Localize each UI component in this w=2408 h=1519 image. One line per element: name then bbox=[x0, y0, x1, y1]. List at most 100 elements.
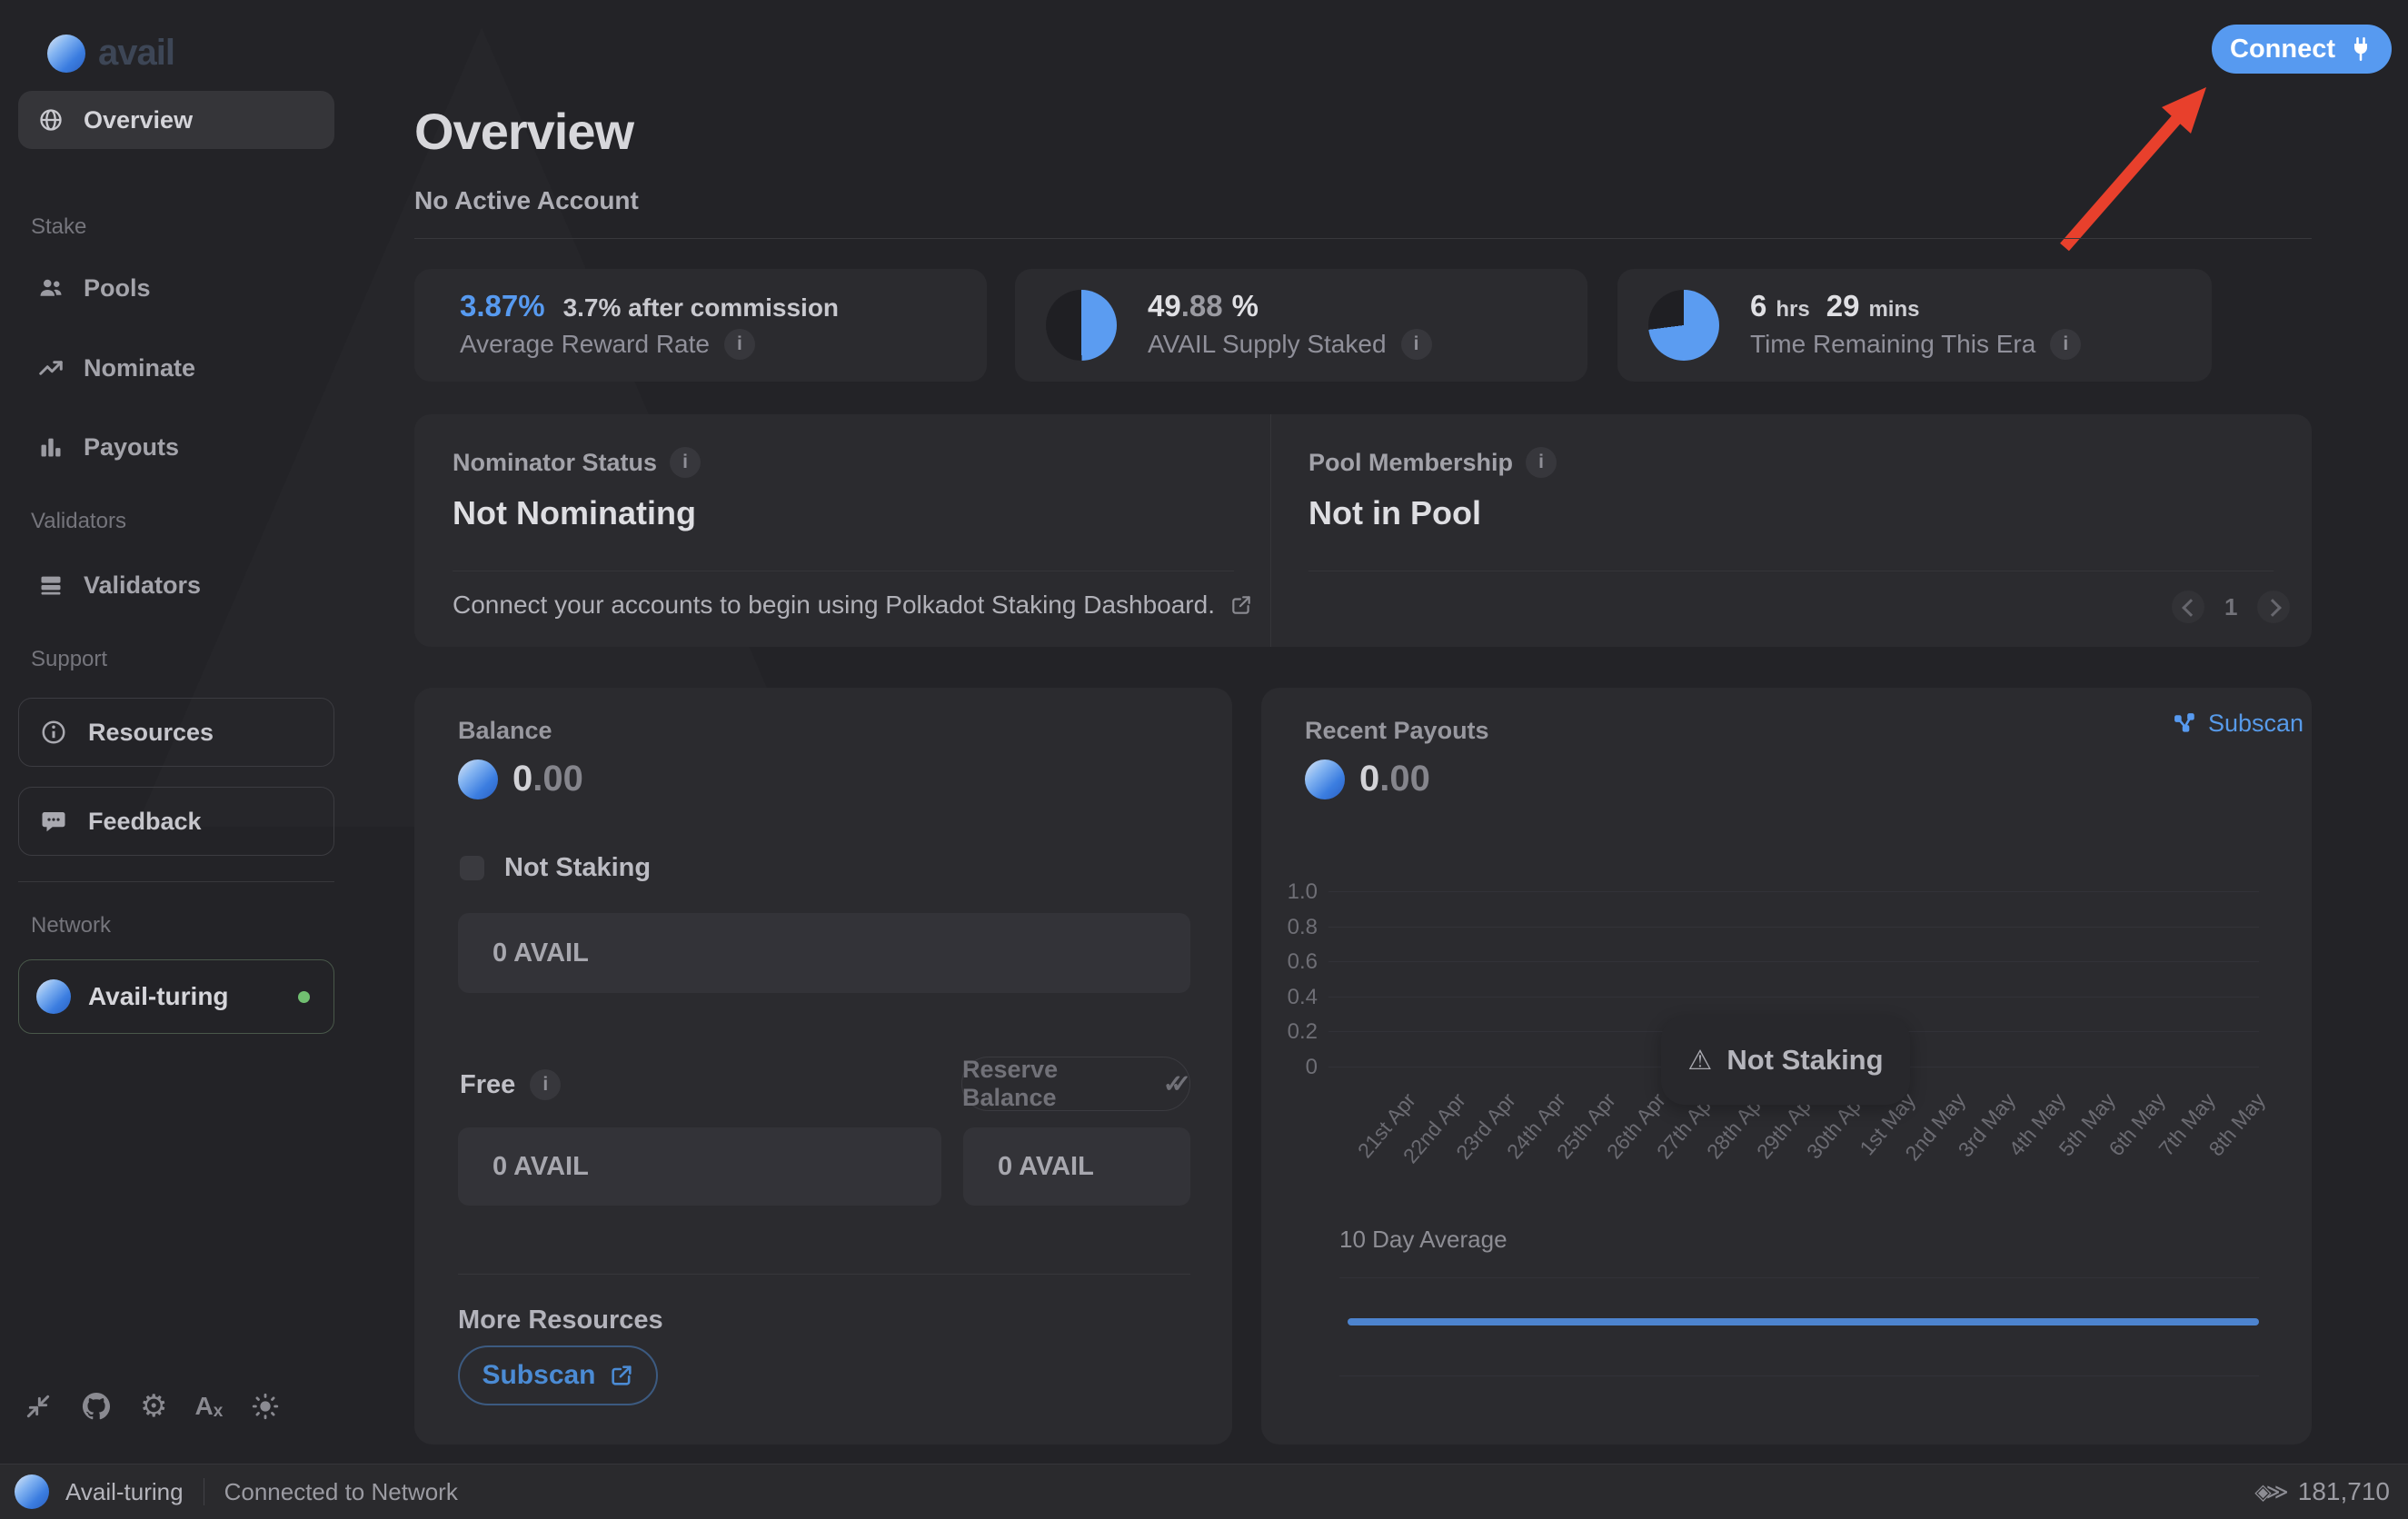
annotation-arrow bbox=[2035, 71, 2244, 271]
globe-icon bbox=[18, 107, 84, 133]
sidebar-item-label: Feedback bbox=[88, 808, 202, 836]
sidebar-item-label: Validators bbox=[84, 571, 201, 600]
stat-card-era-time: 6 hrs 29 mins Time Remaining This Era i bbox=[1617, 269, 2212, 382]
sidebar-heading-stake: Stake bbox=[0, 214, 86, 240]
era-mins: 29 bbox=[1826, 289, 1860, 323]
balance-card: Balance 0.00 Not Staking 0 AVAIL Free i … bbox=[414, 688, 1232, 1445]
sidebar-item-label: Resources bbox=[88, 719, 214, 747]
sidebar-heading-support: Support bbox=[0, 647, 107, 672]
chart-gridline bbox=[1328, 927, 2259, 928]
sidebar-heading-validators: Validators bbox=[0, 509, 126, 534]
chart-gridline bbox=[1328, 961, 2259, 962]
info-icon[interactable]: i bbox=[530, 1069, 561, 1100]
block-icon: ◈≫ bbox=[2254, 1479, 2289, 1504]
sidebar-divider bbox=[18, 881, 334, 882]
network-name: Avail-turing bbox=[88, 982, 229, 1011]
subscan-button[interactable]: Subscan bbox=[458, 1345, 658, 1405]
staking-status-card: Nominator Status i Not Nominating Pool M… bbox=[414, 414, 2312, 647]
supply-staked-value: 49 bbox=[1148, 289, 1181, 323]
connection-status: Connected to Network bbox=[224, 1478, 458, 1506]
sidebar-item-validators[interactable]: Validators bbox=[18, 556, 334, 614]
reward-rate-value: 3.87% bbox=[460, 289, 545, 323]
language-icon[interactable]: Ax bbox=[194, 1391, 223, 1422]
era-time-pie bbox=[1648, 290, 1719, 361]
stat-card-supply-staked: 49.88% AVAIL Supply Staked i bbox=[1015, 269, 1587, 382]
warning-icon: ⚠ bbox=[1687, 1045, 1712, 1077]
connect-accounts-note: Connect your accounts to begin using Pol… bbox=[453, 591, 1215, 620]
users-icon bbox=[18, 274, 84, 302]
sidebar-item-payouts[interactable]: Payouts bbox=[18, 418, 334, 476]
stat-card-reward-rate: 3.87% 3.7% after commission Average Rewa… bbox=[414, 269, 987, 382]
page-number: 1 bbox=[2224, 593, 2237, 621]
supply-staked-pie bbox=[1046, 290, 1117, 361]
header-divider bbox=[414, 238, 2312, 239]
chart-ytick: 0.2 bbox=[1261, 1019, 1318, 1045]
sidebar-item-nominate[interactable]: Nominate bbox=[18, 339, 334, 397]
collapse-sidebar-icon[interactable] bbox=[24, 1392, 53, 1421]
sidebar-item-label: Overview bbox=[84, 106, 193, 134]
prev-page-button[interactable] bbox=[2172, 591, 2204, 623]
github-icon[interactable] bbox=[80, 1390, 113, 1423]
theme-brightness-icon[interactable] bbox=[250, 1391, 281, 1422]
avail-network-icon bbox=[15, 1474, 49, 1509]
layers-icon bbox=[18, 572, 84, 598]
double-check-icon: ✓✓ bbox=[1163, 1070, 1189, 1098]
pool-membership-label: Pool Membership bbox=[1308, 449, 1513, 477]
chart-gridline bbox=[1328, 891, 2259, 892]
network-selector[interactable]: Avail-turing bbox=[18, 959, 334, 1034]
statusbar-network: Avail-turing bbox=[65, 1478, 184, 1506]
info-icon[interactable]: i bbox=[2050, 329, 2081, 360]
free-balance-bar: 0 AVAIL bbox=[458, 1127, 941, 1206]
info-circle-icon bbox=[19, 719, 88, 746]
info-icon[interactable]: i bbox=[670, 447, 701, 478]
era-hours: 6 bbox=[1750, 289, 1766, 323]
sidebar: avail Overview Stake Pools Nominate bbox=[0, 0, 354, 1464]
trending-up-icon bbox=[18, 354, 84, 382]
external-link-icon[interactable] bbox=[1229, 593, 1253, 617]
avail-network-icon bbox=[19, 979, 88, 1014]
chart-ytick: 0.4 bbox=[1261, 985, 1318, 1010]
sidebar-item-label: Nominate bbox=[84, 354, 195, 382]
sidebar-item-label: Payouts bbox=[84, 433, 179, 462]
avail-logo-icon bbox=[47, 35, 85, 73]
ten-day-average-label: 10 Day Average bbox=[1339, 1226, 1507, 1254]
sidebar-item-resources[interactable]: Resources bbox=[18, 698, 334, 767]
active-account-status: No Active Account bbox=[414, 186, 639, 215]
more-resources-label: More Resources bbox=[458, 1306, 663, 1335]
sidebar-item-pools[interactable]: Pools bbox=[18, 259, 334, 317]
nominator-status-label: Nominator Status bbox=[453, 449, 657, 477]
pagination: 1 bbox=[2172, 591, 2290, 623]
era-time-label: Time Remaining This Era bbox=[1750, 330, 2035, 359]
brand-wordmark: avail bbox=[98, 33, 174, 74]
chat-bubble-icon bbox=[19, 808, 88, 835]
staking-checkbox[interactable] bbox=[460, 856, 484, 880]
next-page-button[interactable] bbox=[2257, 591, 2290, 623]
reward-rate-note: 3.7% after commission bbox=[563, 293, 839, 323]
pool-membership-value: Not in Pool bbox=[1308, 494, 1481, 532]
sidebar-item-overview[interactable]: Overview bbox=[18, 91, 334, 149]
page-title: Overview bbox=[414, 102, 633, 161]
info-icon[interactable]: i bbox=[724, 329, 755, 360]
bottom-status-bar: Avail-turing Connected to Network ◈≫ 181… bbox=[0, 1464, 2408, 1519]
sidebar-heading-network: Network bbox=[0, 913, 111, 938]
avail-token-icon bbox=[458, 760, 498, 799]
sidebar-item-feedback[interactable]: Feedback bbox=[18, 787, 334, 856]
sidebar-item-label: Pools bbox=[84, 274, 151, 303]
connect-button[interactable]: Connect bbox=[2212, 25, 2392, 74]
settings-gear-icon[interactable]: ⚙ bbox=[140, 1388, 167, 1425]
external-link-icon bbox=[609, 1363, 634, 1388]
column-divider bbox=[1270, 414, 1271, 647]
recent-payouts-card: Recent Payouts Subscan 0.00 1.00.80.60.4… bbox=[1261, 688, 2312, 1445]
info-icon[interactable]: i bbox=[1401, 329, 1432, 360]
bar-chart-icon bbox=[18, 434, 84, 460]
staked-balance-bar: 0 AVAIL bbox=[458, 913, 1190, 993]
reserve-balance-button[interactable]: Reserve Balance ✓✓ bbox=[961, 1057, 1190, 1111]
block-count: 181,710 bbox=[2298, 1477, 2390, 1506]
free-balance-label: Free bbox=[460, 1070, 515, 1100]
chart-gridline bbox=[1328, 997, 2259, 998]
chart-ytick: 0.8 bbox=[1261, 915, 1318, 940]
chart-ytick: 0.6 bbox=[1261, 949, 1318, 975]
average-line bbox=[1348, 1318, 2259, 1325]
not-staking-label: Not Staking bbox=[504, 853, 651, 883]
info-icon[interactable]: i bbox=[1526, 447, 1557, 478]
